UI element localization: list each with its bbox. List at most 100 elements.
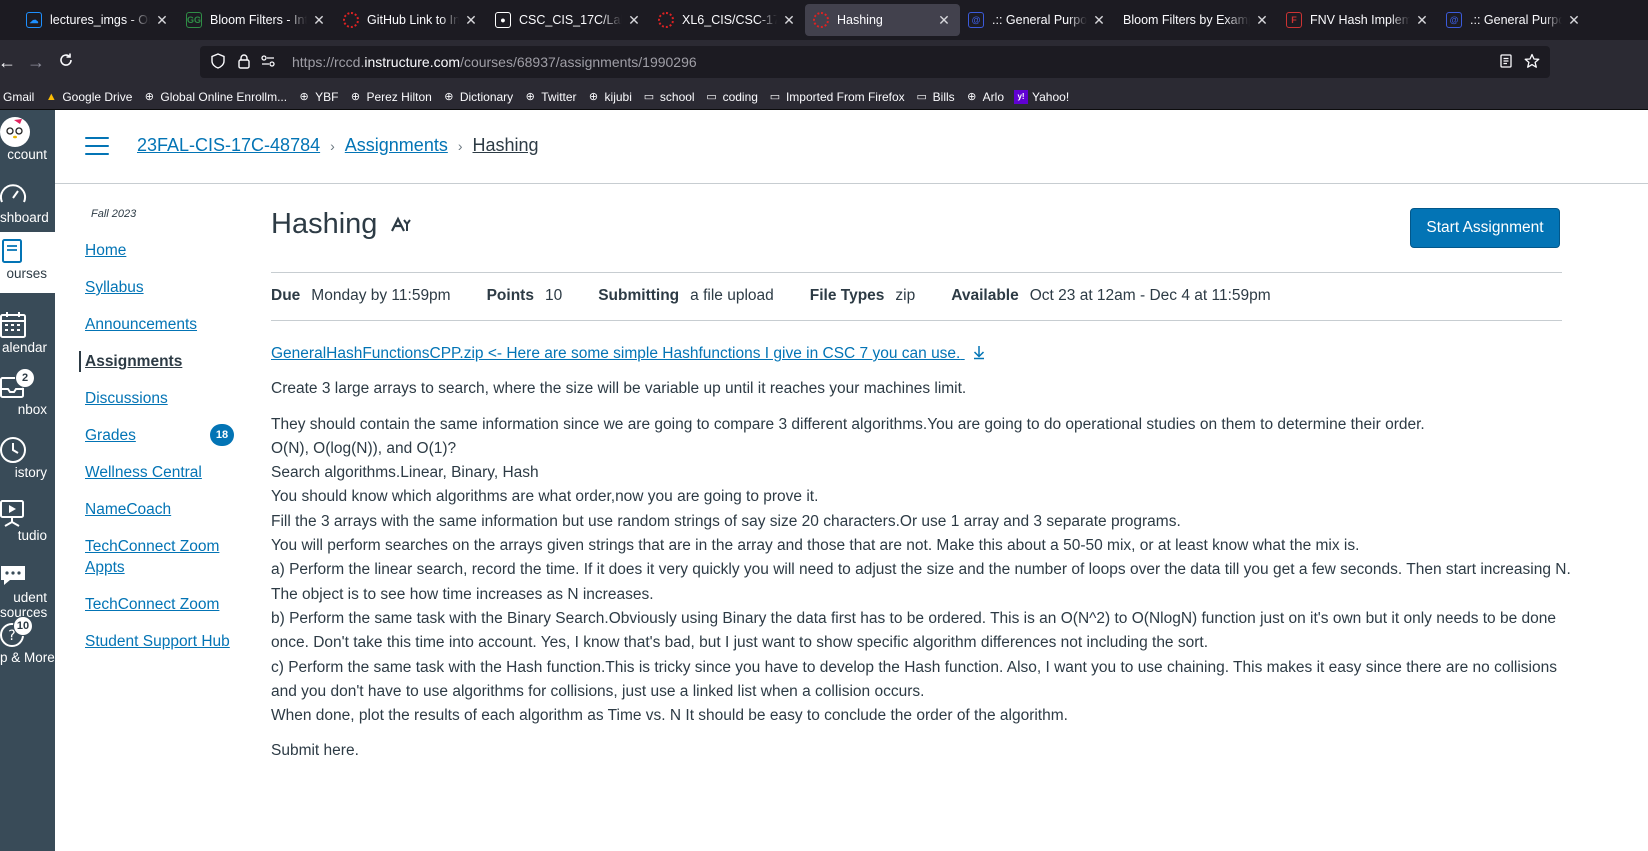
bookmark-star-icon[interactable] — [1524, 53, 1540, 69]
inbox-unread-badge: 2 — [15, 368, 35, 388]
course-nav-announcements[interactable]: Announcements — [79, 314, 249, 335]
bookmark-item[interactable]: ▲ Google Drive — [44, 90, 132, 104]
tab-close-icon[interactable]: ✕ — [154, 12, 170, 29]
header-divider — [55, 183, 1648, 184]
tab-favicon-icon: @ — [968, 12, 984, 28]
course-nav-wellness-central[interactable]: Wellness Central — [79, 462, 249, 483]
tab-close-icon[interactable]: ✕ — [1414, 12, 1430, 29]
description-line: You should know which algorithms are wha… — [271, 488, 819, 506]
breadcrumb-current[interactable]: Hashing — [473, 135, 539, 156]
bookmark-item[interactable]: y! Yahoo! — [1014, 89, 1069, 104]
global-nav-courses[interactable]: ourses — [0, 232, 55, 293]
browser-tab[interactable]: Bloom Filters by Example ✕ — [1115, 4, 1278, 36]
course-nav-syllabus[interactable]: Syllabus — [79, 277, 249, 298]
dashboard-icon — [0, 180, 55, 210]
bookmarks-bar: Gmail ▲ Google Drive ⊕ Global Online Enrollm… — [0, 84, 1648, 110]
courses-icon — [0, 236, 55, 266]
bookmark-item[interactable]: ⊕ Twitter — [523, 89, 577, 104]
reload-icon[interactable] — [58, 52, 74, 72]
bookmark-item[interactable]: ⊕ Arlo — [965, 90, 1004, 104]
submit-text: Submit here. — [271, 742, 359, 760]
course-nav-namecoach[interactable]: NameCoach — [79, 499, 249, 520]
course-nav-grades-label: Grades — [85, 427, 136, 444]
bookmark-item[interactable]: ⊕ YBF — [297, 90, 339, 104]
bookmark-label: Imported From Firefox — [785, 89, 905, 104]
course-menu-toggle-icon[interactable] — [85, 137, 109, 155]
bookmark-label: coding — [722, 89, 758, 104]
help-notification-badge: 10 — [13, 616, 33, 636]
tab-close-icon[interactable]: ✕ — [311, 12, 327, 29]
points-value: 10 — [544, 287, 563, 304]
back-icon[interactable]: ← — [0, 52, 16, 72]
browser-tab[interactable]: @ .:: General Purpose Hash ✕ — [960, 4, 1115, 36]
start-assignment-button[interactable]: Start Assignment — [1410, 208, 1560, 248]
download-icon[interactable] — [971, 344, 987, 360]
bookmark-item[interactable]: ▭ school — [642, 90, 695, 104]
globe-icon: ⊕ — [299, 91, 309, 103]
tab-close-icon[interactable]: ✕ — [626, 12, 642, 29]
global-nav-inbox[interactable]: 2 nbox — [0, 368, 55, 427]
bookmark-item[interactable]: ▭ Imported From Firefox — [768, 90, 905, 104]
breadcrumb-assignments-link[interactable]: Assignments — [345, 135, 448, 156]
browser-tab[interactable]: @ .:: General Purpose Hash ✕ — [1438, 4, 1590, 36]
browser-tab[interactable]: ☁ lectures_imgs - OneDrive ✕ — [18, 4, 178, 36]
grades-count-badge: 18 — [210, 424, 234, 446]
tab-close-icon[interactable]: ✕ — [1091, 12, 1107, 29]
bookmark-label: Dictionary — [459, 89, 514, 104]
reader-view-icon[interactable] — [1498, 53, 1514, 69]
course-nav-grades[interactable]: Grades 18 — [79, 424, 249, 446]
forward-icon[interactable]: → — [27, 52, 45, 72]
bookmark-label: Google Drive — [62, 89, 133, 104]
tab-close-icon[interactable]: ✕ — [463, 12, 479, 29]
bookmark-item[interactable]: ⊕ Perez Hilton — [348, 90, 432, 104]
bookmark-item[interactable]: ⊕ Global Online Enrollm... — [142, 90, 287, 104]
bookmark-item[interactable]: ▭ Bills — [915, 90, 954, 104]
permissions-icon[interactable] — [260, 53, 276, 69]
browser-tab[interactable]: ● CSC_CIS_17C/Lab at main ✕ — [487, 4, 650, 36]
course-nav-discussions[interactable]: Discussions — [79, 388, 249, 409]
global-nav-history[interactable]: istory — [0, 435, 55, 490]
bookmark-item[interactable]: ▭ coding — [705, 90, 758, 104]
file-download-link[interactable]: GeneralHashFunctionsCPP.zip <- Here are … — [271, 345, 987, 362]
url-text[interactable]: https://rccd.instructure.com/courses/689… — [292, 54, 697, 70]
assignment-header: Hashing — [271, 208, 412, 241]
assignment-description: GeneralHashFunctionsCPP.zip <- Here are … — [271, 342, 1571, 775]
bookmark-item[interactable]: ⊕ kijubi — [587, 90, 632, 104]
bookmark-item[interactable]: ⊕ Dictionary — [442, 90, 513, 104]
url-bar[interactable]: https://rccd.instructure.com/courses/689… — [200, 46, 1550, 78]
globe-icon: ⊕ — [967, 91, 977, 103]
global-nav-calendar[interactable]: alendar — [0, 310, 55, 365]
tab-close-icon[interactable]: ✕ — [1566, 12, 1582, 29]
browser-tab[interactable]: GG Bloom Filters - Introduction ✕ — [178, 4, 335, 36]
description-paragraph-1: Create 3 large arrays to search, where t… — [271, 380, 967, 398]
course-nav-student-support-hub[interactable]: Student Support Hub — [79, 631, 249, 652]
breadcrumb-separator-icon: › — [330, 137, 335, 154]
tab-close-icon[interactable]: ✕ — [936, 12, 952, 29]
bookmark-label: Twitter — [541, 89, 577, 104]
description-line: a) Perform the linear search, record the… — [271, 561, 1571, 603]
shield-icon[interactable] — [210, 53, 226, 69]
global-nav-account[interactable]: ccount — [0, 115, 55, 170]
tab-title: .:: General Purpose Hash — [1470, 13, 1562, 27]
course-nav-techconnect-zoom[interactable]: TechConnect Zoom — [79, 594, 249, 615]
global-nav-studio[interactable]: tudio — [0, 498, 55, 553]
browser-tab[interactable]: XL6_CIS/CSC-17C-48784 ✕ — [650, 4, 805, 36]
browser-tab[interactable]: F FNV Hash Implementation ✕ — [1278, 4, 1438, 36]
tab-close-icon[interactable]: ✕ — [1254, 12, 1270, 29]
global-nav-dashboard[interactable]: shboard — [0, 180, 55, 235]
course-nav-assignments[interactable]: Assignments — [79, 351, 249, 372]
course-nav-home[interactable]: Home — [79, 240, 249, 261]
bookmark-item[interactable]: Gmail — [3, 90, 34, 104]
tab-close-icon[interactable]: ✕ — [781, 12, 797, 29]
browser-tab[interactable]: GitHub Link to In-Class ✕ — [335, 4, 487, 36]
lock-icon[interactable] — [236, 53, 252, 69]
breadcrumb-course-link[interactable]: 23FAL-CIS-17C-48784 — [137, 135, 320, 156]
tab-title: XL6_CIS/CSC-17C-48784 — [682, 13, 777, 27]
description-line: Search algorithms.Linear, Binary, Hash — [271, 464, 539, 482]
browser-tab[interactable]: Hashing ✕ — [805, 4, 960, 36]
description-line: You will perform searches on the arrays … — [271, 537, 1360, 555]
tab-favicon-icon: ● — [495, 12, 511, 28]
course-nav-techconnect-zoom-appts[interactable]: TechConnect Zoom Appts — [79, 536, 249, 578]
tab-favicon-icon — [343, 12, 359, 28]
global-nav-help[interactable]: ? 10 p & More — [0, 616, 55, 675]
